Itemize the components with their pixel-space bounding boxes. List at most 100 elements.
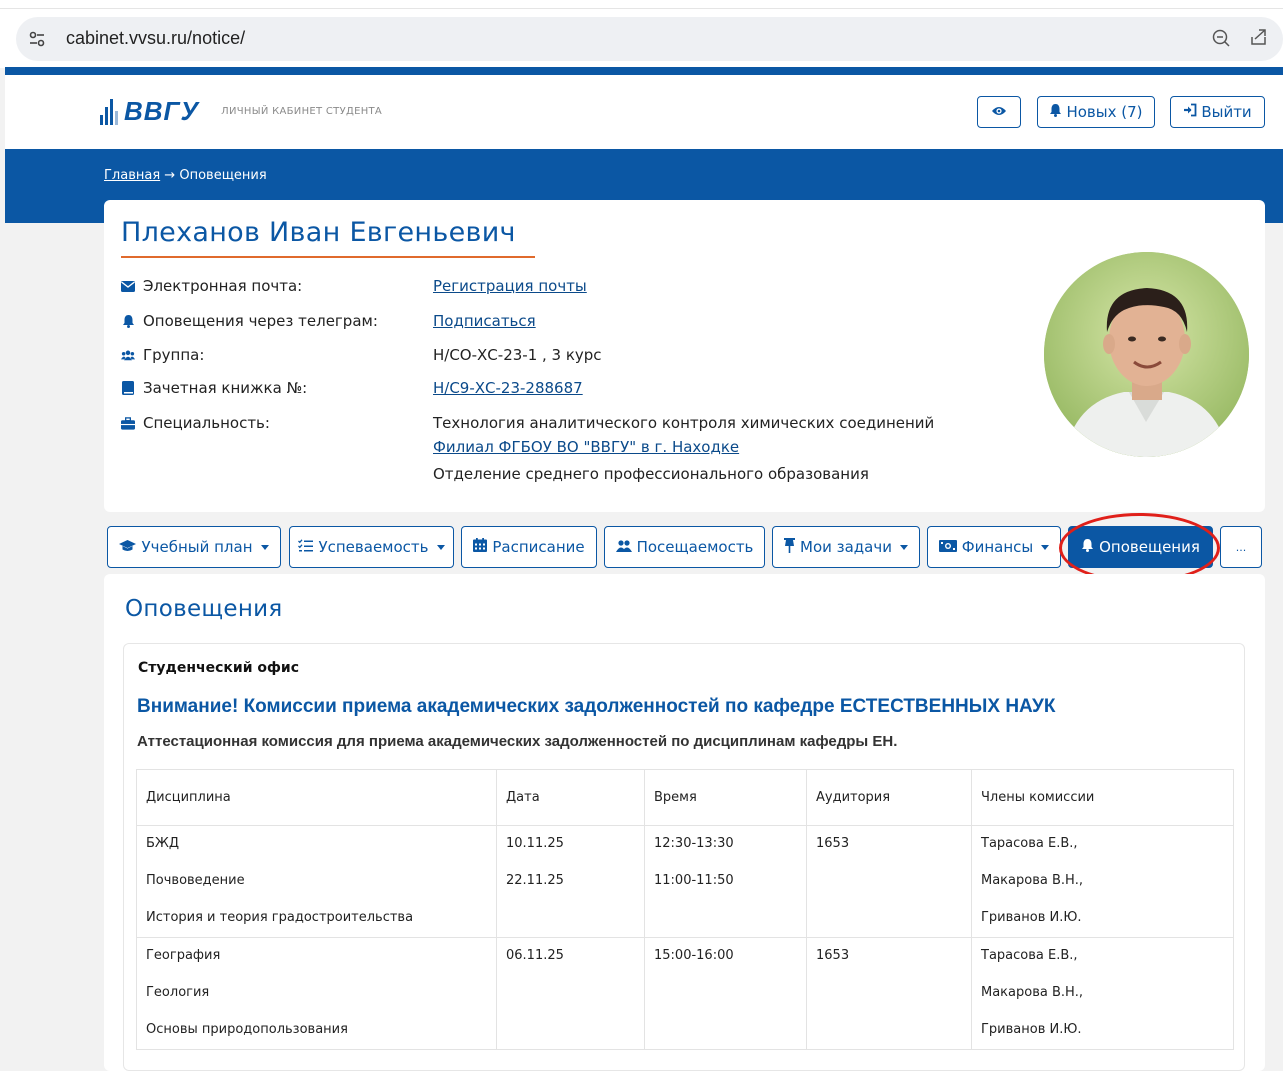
breadcrumb-current: Оповещения [179,168,267,183]
discipline: БЖД [146,836,180,851]
tab-notifications[interactable]: Оповещения [1068,526,1213,568]
tab-schedule[interactable]: Расписание [461,526,597,568]
zoom-out-icon[interactable] [1211,28,1231,53]
profile-label: Электронная почта: [143,277,303,295]
record-book-link[interactable]: Н/С9-ХС-23-288687 [433,379,583,397]
time: 11:00-11:50 [654,873,734,888]
branch-link[interactable]: Филиал ФГБОУ ВО "ВВГУ" в г. Находке [433,438,739,456]
table-row: БЖД Почвоведение История и теория градос… [136,825,1234,938]
tab-label: Посещаемость [636,538,754,556]
member: Гриванов И.Ю. [981,910,1082,925]
briefcase-icon [121,416,135,430]
discipline: Геология [146,985,210,1000]
profile-label: Группа: [143,346,205,364]
bell-icon [121,314,135,328]
specialty-value: Технология аналитического контроля химич… [433,414,935,432]
date-cell: 10.11.25 22.11.25 [496,825,645,938]
room: 1653 [816,948,850,963]
tab-label: Финансы [961,538,1034,556]
column-header: Дата [496,769,645,826]
column-header: Время [644,769,807,826]
date: 06.11.25 [506,948,564,963]
department-value: Отделение среднего профессионального обр… [433,465,869,483]
users-icon [121,348,135,362]
tab-finances[interactable]: Финансы [927,526,1061,568]
members-cell: Тарасова Е.В., Макарова В.Н., Гриванов И… [971,825,1234,938]
date-cell: 06.11.25 [496,937,645,1050]
discipline: Основы природопользования [146,1022,348,1037]
member: Тарасова Е.В., [981,836,1078,851]
table-row: География Геология Основы природопользов… [136,937,1234,1050]
tab-more[interactable]: ... [1220,526,1262,568]
logout-button[interactable]: Выйти [1170,96,1265,128]
member: Гриванов И.Ю. [981,1022,1082,1037]
notice-source: Студенческий офис [138,660,300,676]
telegram-subscribe-link[interactable]: Подписаться [433,312,536,330]
profile-row-telegram: Оповещения через телеграм: [121,312,378,330]
browser-tabstrip-edge [0,0,1283,9]
time-cell: 15:00-16:00 [644,937,807,1050]
view-mode-button[interactable] [977,96,1021,128]
graduation-cap-icon [119,538,137,556]
logo-text: ВВГУ [124,95,200,126]
breadcrumb-home-link[interactable]: Главная [104,168,160,183]
profile-card: Плеханов Иван Евгеньевич Электронная поч… [104,200,1265,512]
email-register-link[interactable]: Регистрация почты [433,277,587,295]
room: 1653 [816,836,850,851]
room-cell: 1653 [806,937,972,1050]
eye-icon [991,103,1007,121]
profile-row-email: Электронная почта: [121,277,302,295]
profile-row-specialty: Специальность: [121,414,270,432]
tab-label: Успеваемость [318,538,429,556]
book-icon [121,381,135,395]
money-icon [938,538,957,556]
tab-label: Расписание [492,538,585,556]
new-notices-button[interactable]: Новых (7) [1037,96,1155,128]
bell-icon [1081,538,1094,556]
notices-panel: Оповещения Студенческий офис Внимание! К… [104,574,1265,1071]
tab-attendance[interactable]: Посещаемость [604,526,765,568]
site-header: ВВГУ ЛИЧНЫЙ КАБИНЕТ СТУДЕНТА Новых (7) В… [5,75,1283,149]
discipline-cell: География Геология Основы природопользов… [136,937,497,1050]
logout-icon [1183,103,1197,121]
discipline: Почвоведение [146,873,245,888]
date: 10.11.25 [506,836,564,851]
tab-label: Оповещения [1099,538,1200,556]
profile-label: Оповещения через телеграм: [143,312,378,330]
tab-performance[interactable]: Успеваемость [289,526,454,568]
member: Макарова В.Н., [981,873,1084,888]
column-header: Члены комиссии [971,769,1234,826]
site-logo[interactable]: ВВГУ ЛИЧНЫЙ КАБИНЕТ СТУДЕНТА [100,95,382,127]
bell-icon [1049,103,1062,121]
column-header: Дисциплина [136,769,497,826]
logo-bars-icon [100,97,118,125]
student-avatar [1044,252,1249,457]
envelope-icon [121,279,135,293]
time: 15:00-16:00 [654,948,734,963]
list-check-icon [298,538,314,556]
tab-my-tasks[interactable]: Мои задачи [772,526,920,568]
discipline: География [146,948,221,963]
profile-row-record-book: Зачетная книжка №: [121,379,307,397]
logout-label: Выйти [1201,103,1252,121]
site-settings-icon[interactable] [28,30,46,48]
url-text[interactable]: cabinet.vvsu.ru/notice/ [66,28,245,49]
tab-label: Учебный план [141,538,253,556]
tab-study-plan[interactable]: Учебный план [107,526,281,568]
date: 22.11.25 [506,873,564,888]
header-accent-line [5,67,1283,75]
commission-table: Дисциплина Дата Время Аудитория Члены ко… [136,769,1234,1050]
notice-heading[interactable]: Внимание! Комиссии приема академических … [137,696,1055,718]
logo-subtitle: ЛИЧНЫЙ КАБИНЕТ СТУДЕНТА [221,105,383,117]
address-bar[interactable]: cabinet.vvsu.ru/notice/ [16,17,1283,61]
name-underline [121,256,535,258]
users-icon [615,538,632,556]
room-cell: 1653 [806,825,972,938]
discipline-cell: БЖД Почвоведение История и теория градос… [136,825,497,938]
time: 12:30-13:30 [654,836,734,851]
member: Тарасова Е.В., [981,948,1078,963]
new-notices-label: Новых (7) [1066,103,1143,121]
chevron-down-icon [899,544,908,550]
share-icon[interactable] [1249,27,1269,52]
notices-title: Оповещения [125,596,283,622]
